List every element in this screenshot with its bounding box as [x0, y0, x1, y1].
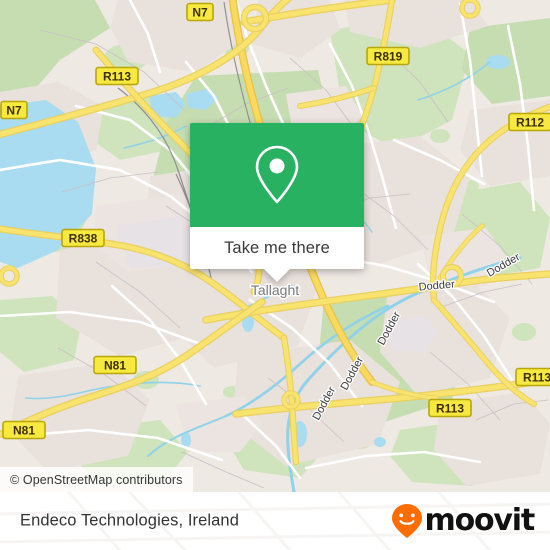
attribution-text: © OpenStreetMap contributors — [10, 472, 183, 487]
road-shield-label: R819 — [374, 49, 403, 63]
moovit-logo[interactable]: moovit — [390, 503, 536, 539]
location-popup-card[interactable]: Take me there — [190, 123, 364, 282]
road-shield-label: R838 — [69, 231, 98, 245]
moovit-wordmark: moovit — [424, 503, 536, 538]
popup-action-button[interactable]: Take me there — [190, 227, 364, 269]
footer-location-title: Endeco Technologies, Ireland — [20, 511, 239, 530]
road-shield-r838-5: R838 — [61, 228, 105, 248]
map-pin-icon — [255, 145, 299, 204]
road-shield-label: N81 — [104, 358, 126, 372]
road-shield-label: R112 — [516, 115, 544, 129]
road-shield-n81-9: N81 — [2, 420, 46, 440]
take-me-there-label: Take me there — [224, 238, 330, 257]
footer-bar: Endeco Technologies, Ireland moovit — [0, 492, 550, 550]
moovit-map-page: .land{fill:#efe9e4} .resi{fill:#e9e1dc} … — [0, 0, 550, 550]
road-shield-n7-0: N7 — [186, 2, 214, 22]
popup-pointer-tail — [263, 268, 291, 282]
road-shield-label: N7 — [6, 103, 22, 117]
road-shield-label: R113 — [436, 401, 464, 415]
road-shield-r819-1: R819 — [366, 46, 410, 66]
road-shield-r112-4: R112 — [508, 112, 550, 132]
place-label-tallaght: Tallaght — [251, 282, 299, 298]
road-shield-n7-3: N7 — [0, 100, 28, 120]
road-shield-n81-6: N81 — [93, 355, 137, 375]
road-shield-label: N7 — [192, 5, 208, 19]
road-shield-r113-8: R113 — [428, 398, 472, 418]
road-shield-r113-2: R113 — [95, 66, 139, 86]
road-shield-label: R113 — [103, 69, 131, 83]
road-shield-label: R113 — [523, 370, 550, 384]
popup-header — [190, 123, 364, 227]
road-shield-r113-7: R113 — [515, 367, 550, 387]
road-shield-label: N81 — [13, 423, 35, 437]
map-attribution[interactable]: © OpenStreetMap contributors — [0, 467, 193, 492]
moovit-smiley-pin-icon — [391, 504, 422, 538]
